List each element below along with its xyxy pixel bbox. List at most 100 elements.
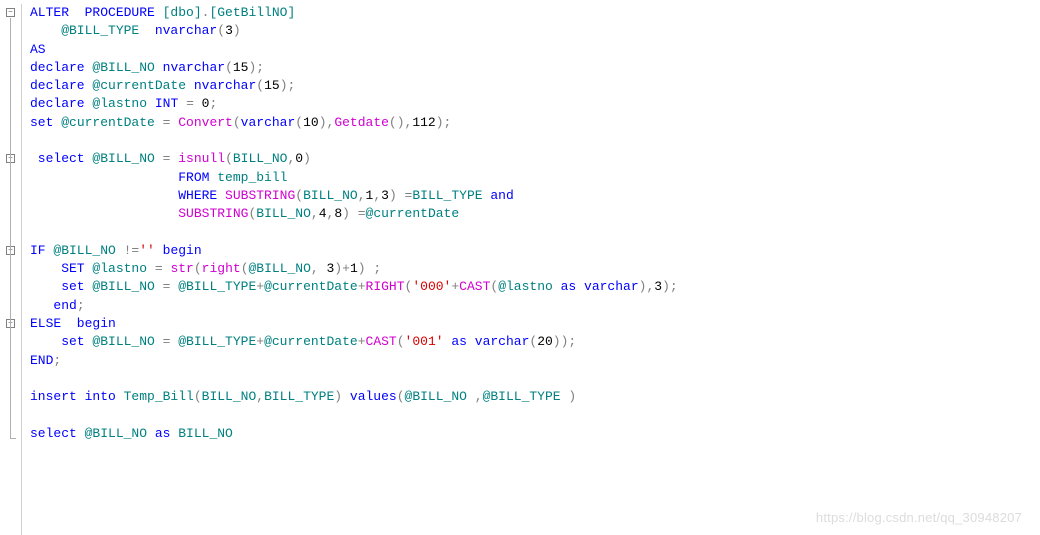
token: [dbo]: [163, 5, 202, 20]
token: ;: [77, 298, 85, 313]
token: +: [451, 279, 459, 294]
fold-gutter: [0, 4, 22, 535]
token: +: [256, 279, 264, 294]
code-line: ELSE begin: [30, 315, 1040, 333]
code-line: WHERE SUBSTRING(BILL_NO,1,3) =BILL_TYPE …: [30, 187, 1040, 205]
token: 0: [295, 151, 303, 166]
token: (: [194, 389, 202, 404]
token: WHERE: [30, 188, 225, 203]
token: @BILL_NO: [92, 60, 162, 75]
token: @BILL_NO: [85, 426, 155, 441]
token: '000': [412, 279, 451, 294]
token: 8: [334, 206, 342, 221]
code-line: declare @BILL_NO nvarchar(15);: [30, 59, 1040, 77]
token: +: [256, 334, 264, 349]
code-line: SET @lastno = str(right(@BILL_NO, 3)+1) …: [30, 260, 1040, 278]
code-line: ALTER PROCEDURE [dbo].[GetBillNO]: [30, 4, 1040, 22]
token: '': [139, 243, 162, 258]
token: @lastno: [92, 96, 154, 111]
token: SUBSTRING: [178, 206, 248, 221]
token: =: [163, 115, 179, 130]
token: @BILL_NO: [92, 334, 162, 349]
token: Getdate: [334, 115, 389, 130]
token: BILL_NO: [178, 426, 233, 441]
token: [GetBillNO]: [209, 5, 295, 20]
token: ));: [553, 334, 576, 349]
token: @BILL_NO: [53, 243, 123, 258]
fold-guide-line: [10, 18, 11, 439]
token: 15: [233, 60, 249, 75]
code-area[interactable]: ALTER PROCEDURE [dbo].[GetBillNO] @BILL_…: [22, 4, 1040, 535]
token: BILL_NO: [303, 188, 358, 203]
token: declare: [30, 96, 92, 111]
token: ;: [209, 96, 217, 111]
code-line: @BILL_TYPE nvarchar(3): [30, 22, 1040, 40]
code-line: SUBSTRING(BILL_NO,4,8) =@currentDate: [30, 205, 1040, 223]
code-line: IF @BILL_NO !='' begin: [30, 242, 1040, 260]
token: @BILL_TYPE: [178, 279, 256, 294]
token: FROM: [30, 170, 217, 185]
token: [30, 408, 38, 423]
code-line: [30, 224, 1040, 242]
code-line: [30, 132, 1040, 150]
code-line: end;: [30, 297, 1040, 315]
token: AS: [30, 42, 46, 57]
token: BILL_NO: [233, 151, 288, 166]
token: begin: [163, 243, 202, 258]
code-line: declare @currentDate nvarchar(15);: [30, 77, 1040, 95]
token: (: [397, 334, 405, 349]
token: @BILL_NO: [92, 151, 162, 166]
token: =: [186, 96, 202, 111]
token: declare: [30, 78, 92, 93]
token: ELSE begin: [30, 316, 116, 331]
token: (: [194, 261, 202, 276]
token: select: [30, 151, 92, 166]
token: select: [30, 426, 85, 441]
token: ALTER PROCEDURE: [30, 5, 163, 20]
token: [30, 371, 38, 386]
code-line: select @BILL_NO as BILL_NO: [30, 425, 1040, 443]
token: values: [350, 389, 397, 404]
token: +: [358, 279, 366, 294]
fold-toggle-icon[interactable]: [6, 8, 15, 17]
token: right: [202, 261, 241, 276]
code-editor: ALTER PROCEDURE [dbo].[GetBillNO] @BILL_…: [0, 0, 1040, 535]
token: ): [233, 23, 241, 38]
token: ),: [319, 115, 335, 130]
token: set: [30, 115, 61, 130]
token: as: [451, 334, 474, 349]
token: (: [225, 151, 233, 166]
token: temp_bill: [217, 170, 287, 185]
token: SUBSTRING: [225, 188, 295, 203]
token: (: [241, 261, 249, 276]
token: 112: [412, 115, 435, 130]
code-line: declare @lastno INT = 0;: [30, 95, 1040, 113]
token: ;: [53, 353, 61, 368]
token: @currentDate: [366, 206, 460, 221]
token: 3: [654, 279, 662, 294]
token: @currentDate: [264, 279, 358, 294]
token: 15: [264, 78, 280, 93]
token: (: [397, 389, 405, 404]
watermark-text: https://blog.csdn.net/qq_30948207: [816, 510, 1022, 525]
token: ) =: [389, 188, 412, 203]
token: @BILL_TYPE: [30, 23, 155, 38]
token: =: [163, 279, 179, 294]
token: ,: [373, 188, 381, 203]
token: @lastno: [498, 279, 560, 294]
token: nvarchar: [163, 60, 225, 75]
token: 20: [537, 334, 553, 349]
token: );: [248, 60, 264, 75]
token: =: [163, 151, 179, 166]
code-line: set @currentDate = Convert(varchar(10),G…: [30, 114, 1040, 132]
token: @currentDate: [61, 115, 162, 130]
code-line: FROM temp_bill: [30, 169, 1040, 187]
token: );: [436, 115, 452, 130]
token: =: [163, 334, 179, 349]
token: set: [30, 279, 92, 294]
token: RIGHT: [366, 279, 405, 294]
token: insert into: [30, 389, 124, 404]
token: BILL_TYPE: [264, 389, 334, 404]
token: 3: [381, 188, 389, 203]
token: BILL_NO: [202, 389, 257, 404]
